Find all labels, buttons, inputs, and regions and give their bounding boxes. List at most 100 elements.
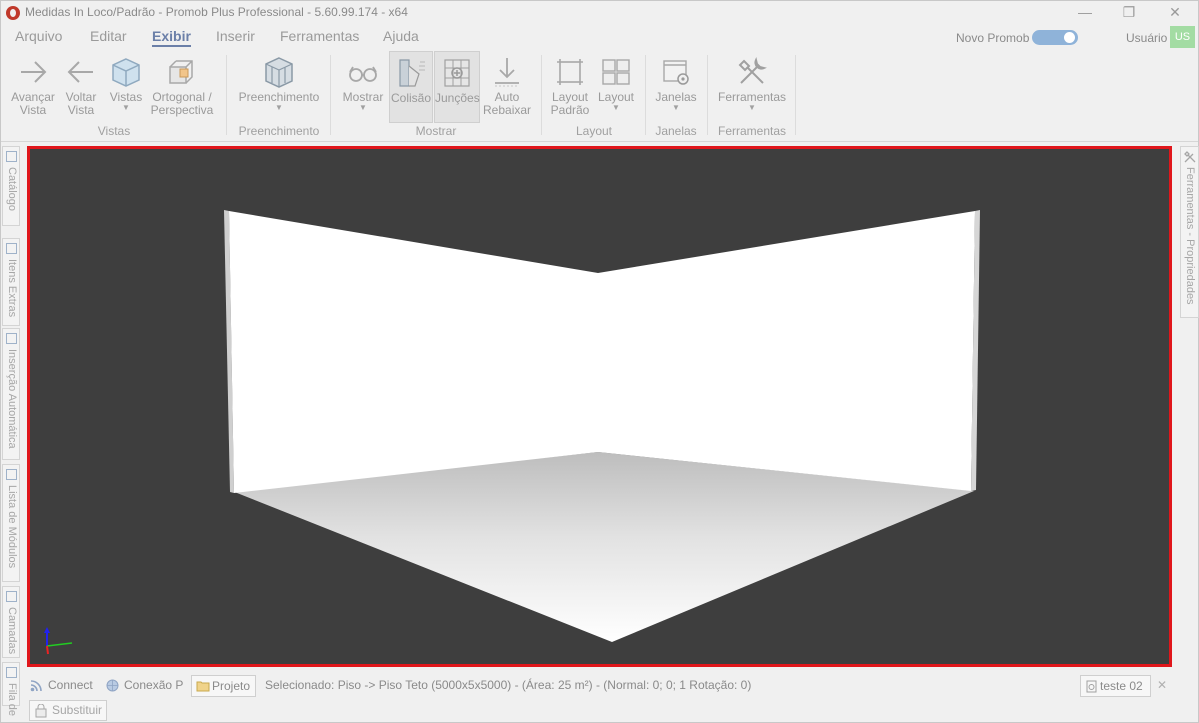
folder-icon [196, 681, 210, 692]
voltar-vista-button[interactable]: Voltar Vista [61, 51, 101, 117]
selection-info: Selecionado: Piso -> Piso Teto (5000x5x5… [265, 678, 752, 692]
chevron-down-icon: ▼ [122, 103, 130, 112]
chevron-down-icon: ▼ [748, 103, 756, 112]
button-label: Junções [435, 91, 480, 105]
avancar-vista-button[interactable]: Avançar Vista [9, 51, 57, 117]
left-wall[interactable] [229, 211, 598, 493]
usuario-label: Usuário [1126, 31, 1168, 45]
menu-exibir[interactable]: Exibir [152, 28, 191, 47]
tab-camadas[interactable]: Camadas [2, 586, 20, 658]
teste-02-label: teste 02 [1100, 679, 1143, 693]
tab-lista-de-modulos[interactable]: Lista de Módulos [2, 464, 20, 582]
3d-scene [44, 210, 980, 655]
group-label-layout: Layout [575, 124, 613, 138]
list-icon [6, 469, 17, 480]
menu-ferramentas[interactable]: Ferramentas [280, 28, 359, 44]
menu-editar[interactable]: Editar [90, 28, 127, 44]
substituir-button[interactable]: Substituir [29, 700, 107, 721]
tools-icon [1184, 151, 1196, 163]
ferramentas-button[interactable]: Ferramentas ▼ [715, 51, 789, 112]
tab-itens-extras[interactable]: Itens Extras [2, 238, 20, 326]
button-label: Vista [19, 103, 47, 117]
joints-icon [444, 59, 470, 87]
button-label: Vista [67, 103, 95, 117]
right-wall[interactable] [598, 211, 975, 491]
avatar[interactable]: US [1170, 26, 1195, 48]
ribbon-divider [1, 141, 1198, 142]
title-bar: Medidas In Loco/Padrão - Promob Plus Pro… [1, 1, 1198, 25]
colisao-button[interactable]: Colisão [389, 51, 433, 123]
connect-button[interactable]: Connect [48, 678, 93, 692]
group-label-janelas: Janelas [655, 124, 697, 138]
close-button[interactable]: ✕ [1152, 1, 1198, 25]
rss-icon [30, 680, 42, 692]
group-divider [330, 55, 331, 135]
tab-catalogo[interactable]: Catálogo [2, 146, 20, 226]
catalog-icon [6, 151, 17, 162]
juncoes-button[interactable]: Junções [434, 51, 480, 123]
group-label-preenchimento: Preenchimento [238, 124, 320, 138]
button-label: Vistas [109, 90, 143, 104]
button-label: Avançar [11, 90, 55, 104]
vistas-button[interactable]: Vistas ▼ [106, 51, 146, 112]
button-label: Auto [494, 90, 520, 104]
layout-button[interactable]: Layout ▼ [595, 51, 637, 112]
mostrar-button[interactable]: Mostrar ▼ [340, 51, 386, 112]
tab-label: Itens Extras [6, 259, 18, 318]
tab-insercao-automatica[interactable]: Inserção Automática [2, 328, 20, 460]
tab-label: Ferramentas - Propriedades [1184, 167, 1196, 305]
group-divider [795, 55, 796, 135]
extras-icon [6, 243, 17, 254]
button-label: Layout [597, 90, 635, 104]
button-label: Janelas [655, 90, 697, 104]
group-divider [645, 55, 646, 135]
menu-inserir[interactable]: Inserir [216, 28, 255, 44]
tab-label: Catálogo [6, 167, 18, 212]
group-divider [707, 55, 708, 135]
close-project-icon[interactable]: ✕ [1157, 678, 1167, 692]
group-label-vistas: Vistas [97, 124, 131, 138]
tools-icon [738, 57, 767, 84]
app-window: Medidas In Loco/Padrão - Promob Plus Pro… [0, 0, 1199, 723]
janelas-button[interactable]: Janelas ▼ [653, 51, 699, 112]
button-label: Rebaixar [483, 103, 532, 117]
button-label: Colisão [390, 91, 432, 105]
3d-viewport[interactable] [27, 146, 1172, 667]
status-bar: Connect Conexão P Projeto Selecionado: P… [1, 674, 1198, 698]
collision-icon [399, 59, 425, 87]
teste-02-button[interactable]: teste 02 [1080, 675, 1151, 697]
tab-ferramentas-propriedades[interactable]: Ferramentas - Propriedades [1180, 146, 1199, 318]
novo-promob-toggle[interactable] [1032, 30, 1078, 45]
novo-promob-label: Novo Promob [956, 31, 1030, 45]
preenchimento-button[interactable]: Preenchimento ▼ [235, 51, 323, 112]
layout-default-icon [557, 59, 583, 85]
button-label: Perspectiva [150, 103, 214, 117]
layout-padrao-button[interactable]: Layout Padrão [549, 51, 591, 117]
ribbon: Avançar Vista Voltar Vista Vistas ▼ Orto… [1, 49, 1198, 141]
auto-rebaixar-button[interactable]: Auto Rebaixar [483, 51, 531, 117]
projeto-button[interactable]: Projeto [191, 675, 256, 697]
projeto-label: Projeto [212, 679, 251, 693]
document-icon [1086, 680, 1097, 693]
button-label: Mostrar [342, 90, 384, 104]
group-label-mostrar: Mostrar [415, 124, 457, 138]
group-divider [226, 55, 227, 135]
perspective-icon [169, 60, 193, 84]
cube-icon [112, 58, 140, 87]
glasses-icon [349, 66, 377, 82]
group-divider [541, 55, 542, 135]
menu-arquivo[interactable]: Arquivo [15, 28, 62, 44]
restore-button[interactable]: ❐ [1106, 1, 1152, 25]
button-label: Voltar [65, 90, 97, 104]
window-gear-icon [663, 60, 689, 85]
group-label-ferramentas: Ferramentas [717, 124, 787, 138]
minimize-button[interactable]: — [1062, 1, 1108, 25]
tab-label: Inserção Automática [6, 349, 18, 449]
globe-icon [106, 679, 119, 692]
lower-icon [495, 58, 519, 87]
button-label: Layout [551, 90, 589, 104]
ortogonal-perspectiva-button[interactable]: Ortogonal / Perspectiva [149, 51, 215, 117]
layers-icon [6, 591, 17, 602]
menu-ajuda[interactable]: Ajuda [383, 28, 419, 44]
conexao-button[interactable]: Conexão P [124, 678, 183, 692]
